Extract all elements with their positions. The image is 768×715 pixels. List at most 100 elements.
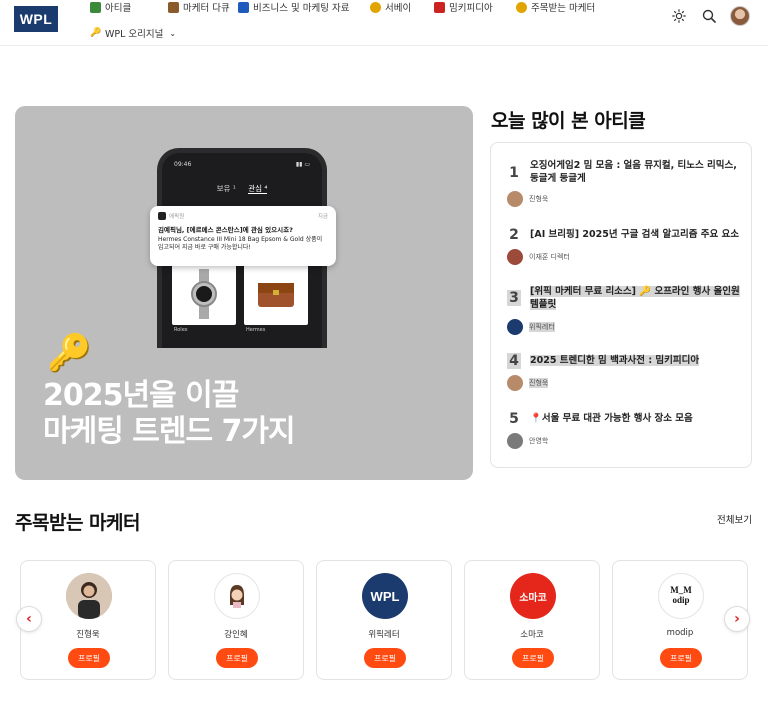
avatar	[507, 433, 523, 449]
profile-button[interactable]: 프로필	[68, 648, 110, 668]
avatar	[507, 375, 523, 391]
search-icon	[702, 9, 716, 23]
product-label: Rolex	[174, 327, 188, 333]
site-header: WPL 아티클 마케터 다큐 비즈니스 및 마케팅 자료 서베이 밈키피디아 주…	[0, 0, 768, 46]
marketer-card[interactable]: 소마코 소마코 프로필	[464, 560, 600, 680]
chevron-left-icon: ‹	[26, 611, 32, 627]
chevron-down-icon: ⌄	[169, 28, 177, 38]
notif-time: 지금	[317, 214, 328, 220]
notebook-icon	[90, 1, 101, 13]
tag-icon	[238, 1, 249, 13]
avatar	[507, 191, 523, 207]
theme-toggle-button[interactable]	[670, 7, 688, 25]
article-title[interactable]: 오징어게임2 밈 모음 : 얼음 뮤지컬, 티노스 리믹스, 둥글게 둥글게	[530, 159, 740, 186]
profile-button[interactable]: 프로필	[660, 648, 702, 668]
avatar	[214, 573, 260, 619]
smile-icon	[370, 1, 381, 13]
rank-number: 3	[507, 290, 521, 306]
article-title[interactable]: [AI 브리핑] 2025년 구글 검색 알고리즘 주요 요소	[530, 228, 740, 241]
chevron-right-icon: ›	[734, 611, 740, 627]
article-author: 안영학	[507, 433, 548, 449]
nav-item-memepedia[interactable]: 밈키피디아	[434, 0, 493, 14]
profile-button[interactable]: 프로필	[512, 648, 554, 668]
wpl-logo[interactable]: WPL	[14, 6, 58, 32]
avatar	[66, 573, 112, 619]
article-title[interactable]: [위픽 마케터 무료 리소스] 🔑 오프라인 행사 올인원 템플릿	[530, 285, 740, 312]
hero-title: 2025년을 이끌 마케팅 트렌드 7가지	[43, 378, 296, 450]
marketer-name: 강인혜	[224, 630, 248, 640]
signal-icon: ▮▮ ▭	[295, 161, 310, 168]
author-name: 위픽레터	[529, 322, 555, 332]
nav-label: 주목받는 마케터	[531, 3, 596, 14]
sun-icon	[672, 9, 686, 23]
sunglasses-icon	[516, 1, 527, 13]
avatar: M_M odip	[658, 573, 704, 619]
product-card-bag: Hermes	[244, 263, 308, 333]
hero-banner[interactable]: 09:46 ▮▮ ▭ 보유 ¹ 관심 ⁴ Rolex Hermes 에픽원 지금…	[15, 106, 473, 480]
profile-button[interactable]: 프로필	[216, 648, 258, 668]
notif-body: Hermes Constance III Mini 18 Bag Epsom &…	[158, 236, 323, 252]
nav-label: 아티클	[105, 3, 132, 14]
marketer-name: 위픽레터	[368, 630, 400, 640]
megaphone-icon	[434, 1, 445, 13]
author-name: 진형욱	[529, 195, 549, 203]
phone-status-bar: 09:46 ▮▮ ▭	[174, 161, 310, 168]
avatar	[507, 249, 523, 265]
marketer-name: 소마코	[520, 630, 544, 640]
article-author: 위픽레터	[507, 319, 555, 335]
popular-articles-list: 1 오징어게임2 밈 모음 : 얼음 뮤지컬, 티노스 리믹스, 둥글게 둥글게…	[490, 142, 752, 468]
avatar-text: WPL	[370, 588, 400, 604]
nav-item-survey[interactable]: 서베이	[370, 0, 411, 14]
nav-label: 밈키피디아	[449, 3, 493, 14]
list-item[interactable]: 1 오징어게임2 밈 모음 : 얼음 뮤지컬, 티노스 리믹스, 둥글게 둥글게…	[507, 157, 737, 207]
product-card-watch: Rolex	[172, 263, 236, 333]
rank-number: 5	[509, 411, 519, 427]
list-item[interactable]: 5 📍서울 무료 대관 가능한 행사 장소 모음 안영학	[507, 411, 737, 451]
popular-articles-title: 오늘 많이 본 아티클	[491, 110, 646, 132]
list-item[interactable]: 3 [위픽 마케터 무료 리소스] 🔑 오프라인 행사 올인원 템플릿 위픽레터	[507, 285, 740, 337]
app-icon	[158, 212, 166, 220]
character-icon	[230, 585, 244, 608]
article-author: 이재훈 디렉터	[507, 249, 570, 265]
avatar	[507, 319, 523, 335]
bag-icon	[258, 283, 294, 307]
film-icon	[168, 1, 179, 13]
phone-tab-owned: 보유 ¹	[216, 184, 236, 193]
article-title[interactable]: 2025 트렌디한 밈 백과사전 : 밈키피디아	[530, 354, 740, 367]
article-title[interactable]: 📍서울 무료 대관 가능한 행사 장소 모음	[530, 412, 740, 425]
push-notification: 에픽원 지금 김예픽님, [에르메스 콘스탄스]에 관심 있으시죠? Herme…	[150, 206, 336, 266]
carousel-prev-button[interactable]: ‹	[16, 606, 42, 632]
nav-item-wpl-original[interactable]: 🔑 WPL 오리지널 ⌄	[90, 26, 177, 41]
profile-button[interactable]: 프로필	[364, 648, 406, 668]
nav-label: 서베이	[385, 3, 412, 14]
search-button[interactable]	[700, 7, 718, 25]
key-icon: 🔑	[90, 27, 102, 38]
nav-item-featured-marketers[interactable]: 주목받는 마케터	[516, 0, 595, 14]
carousel-next-button[interactable]: ›	[724, 606, 750, 632]
nav-item-marketer-docu[interactable]: 마케터 다큐	[168, 0, 230, 14]
phone-time: 09:46	[174, 161, 192, 168]
marketer-name: modip	[666, 628, 694, 638]
marketer-card[interactable]: WPL 위픽레터 프로필	[316, 560, 452, 680]
phone-tab-interest: 관심 ⁴	[248, 184, 268, 194]
nav-item-business-resources[interactable]: 비즈니스 및 마케팅 자료	[238, 0, 349, 14]
avatar-text: M_M odip	[670, 585, 692, 605]
avatar-text: 소마코	[519, 592, 547, 604]
key-icon: 🔑	[47, 333, 92, 374]
list-item[interactable]: 4 2025 트렌디한 밈 백과사전 : 밈키피디아 진형욱	[507, 353, 737, 393]
notif-title: 김예픽님, [에르메스 콘스탄스]에 관심 있으시죠?	[158, 226, 293, 234]
nav-label: 비즈니스 및 마케팅 자료	[253, 3, 350, 14]
watch-icon	[191, 269, 217, 319]
see-all-link[interactable]: 전체보기	[717, 512, 752, 526]
article-author: 진형욱	[507, 375, 549, 391]
rank-number: 1	[509, 165, 519, 181]
avatar: WPL	[362, 573, 408, 619]
featured-marketers-title: 주목받는 마케터	[15, 512, 140, 534]
marketer-card[interactable]: 강인혜 프로필	[168, 560, 304, 680]
nav-item-articles[interactable]: 아티클	[90, 0, 131, 14]
author-name: 안영학	[529, 437, 549, 445]
list-item[interactable]: 2 [AI 브리핑] 2025년 구글 검색 알고리즘 주요 요소 이재훈 디렉…	[507, 227, 740, 267]
user-avatar[interactable]	[730, 6, 750, 26]
hero-title-line: 마케팅 트렌드 7가지	[43, 414, 296, 449]
marketer-carousel: 진형욱 프로필 강인혜 프로필 WPL 위픽레터 프로필 소마코 소마코 프로필…	[20, 560, 752, 680]
